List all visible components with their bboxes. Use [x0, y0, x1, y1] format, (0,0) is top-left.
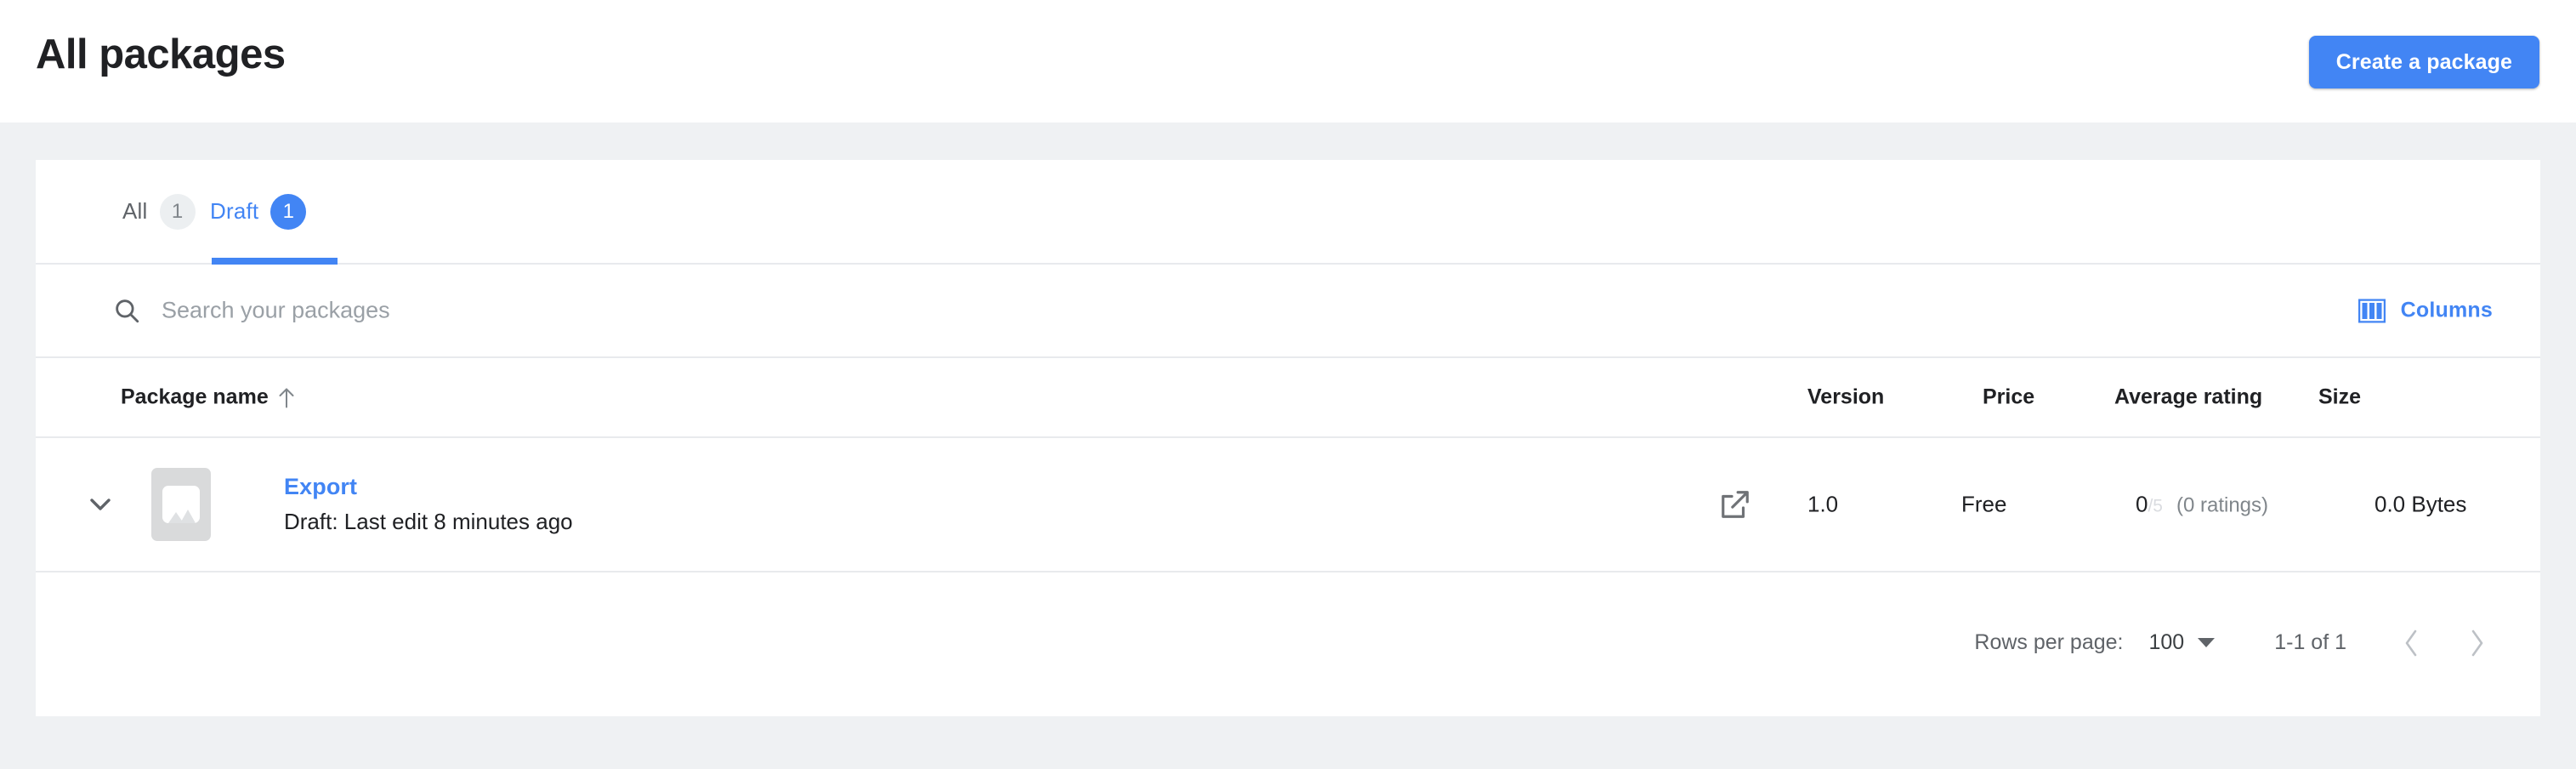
- active-tab-indicator: [212, 258, 338, 265]
- column-header-size[interactable]: Size: [2318, 385, 2361, 410]
- packages-card: All 1 Draft 1 Search your packages Colum…: [36, 160, 2540, 716]
- columns-button-label: Columns: [2400, 298, 2493, 322]
- columns-icon: [2358, 298, 2386, 323]
- table-header-row: Package name Version Price Average ratin…: [36, 358, 2540, 438]
- tab-all-label: All: [122, 198, 148, 224]
- rows-per-page-value: 100: [2148, 630, 2185, 654]
- rating-max: /5: [2148, 496, 2163, 516]
- table-row[interactable]: Export Draft: Last edit 8 minutes ago 1.…: [36, 438, 2540, 572]
- app-header: All packages Create a package: [0, 0, 2576, 122]
- column-header-price-label: Price: [1983, 384, 2035, 409]
- chevron-down-icon: [2198, 638, 2216, 647]
- previous-page-button[interactable]: [2386, 617, 2438, 669]
- column-header-average-rating[interactable]: Average rating: [2114, 385, 2262, 410]
- create-a-package-button[interactable]: Create a package: [2308, 36, 2539, 88]
- tab-all-count-badge: 1: [159, 193, 196, 230]
- cell-average-rating: 0 /5 (0 ratings): [2136, 492, 2268, 518]
- cell-price: Free: [1961, 491, 2007, 517]
- tab-draft-count-badge: 1: [270, 193, 307, 230]
- rating-value: 0: [2136, 491, 2148, 517]
- next-page-button[interactable]: [2450, 617, 2503, 669]
- package-thumbnail: [151, 468, 211, 541]
- chevron-left-icon: [2403, 629, 2420, 658]
- columns-button[interactable]: Columns: [2350, 292, 2501, 330]
- column-header-version[interactable]: Version: [1807, 385, 1884, 410]
- rating-count: (0 ratings): [2176, 493, 2269, 517]
- tab-draft[interactable]: Draft 1: [193, 160, 323, 263]
- column-header-size-label: Size: [2318, 384, 2362, 409]
- column-header-package-name[interactable]: Package name: [121, 385, 296, 410]
- rows-per-page-select[interactable]: 100: [2146, 625, 2219, 660]
- pagination-range-label: 1-1 of 1: [2274, 630, 2346, 654]
- package-name-cell: Export Draft: Last edit 8 minutes ago: [284, 474, 573, 535]
- column-header-package-name-label: Package name: [121, 384, 269, 409]
- page-title: All packages: [36, 31, 286, 77]
- chevron-right-icon: [2468, 629, 2485, 658]
- tab-bar: All 1 Draft 1: [36, 160, 2540, 265]
- arrow-up-icon: [277, 386, 296, 408]
- pagination-bar: Rows per page: 100 1-1 of 1: [36, 572, 2540, 713]
- chevron-down-icon[interactable]: [85, 489, 116, 520]
- column-header-average-rating-label: Average rating: [2114, 384, 2263, 409]
- cell-version: 1.0: [1807, 491, 1839, 517]
- cell-size: 0.0 Bytes: [2375, 491, 2467, 517]
- package-name-link[interactable]: Export: [284, 474, 573, 500]
- rows-per-page-label: Rows per page:: [1974, 630, 2124, 654]
- search-input[interactable]: [162, 297, 1522, 324]
- package-status-text: Draft: Last edit 8 minutes ago: [284, 509, 573, 534]
- pagination-controls: Rows per page: 100 1-1 of 1: [1974, 617, 2503, 669]
- image-placeholder-icon: [162, 486, 200, 523]
- tab-draft-label: Draft: [210, 198, 259, 224]
- column-header-price[interactable]: Price: [1983, 385, 2034, 410]
- column-header-version-label: Version: [1807, 384, 1885, 409]
- search-icon: [112, 296, 141, 325]
- external-link-icon[interactable]: [1719, 488, 1751, 521]
- search-toolbar: Columns: [36, 265, 2540, 358]
